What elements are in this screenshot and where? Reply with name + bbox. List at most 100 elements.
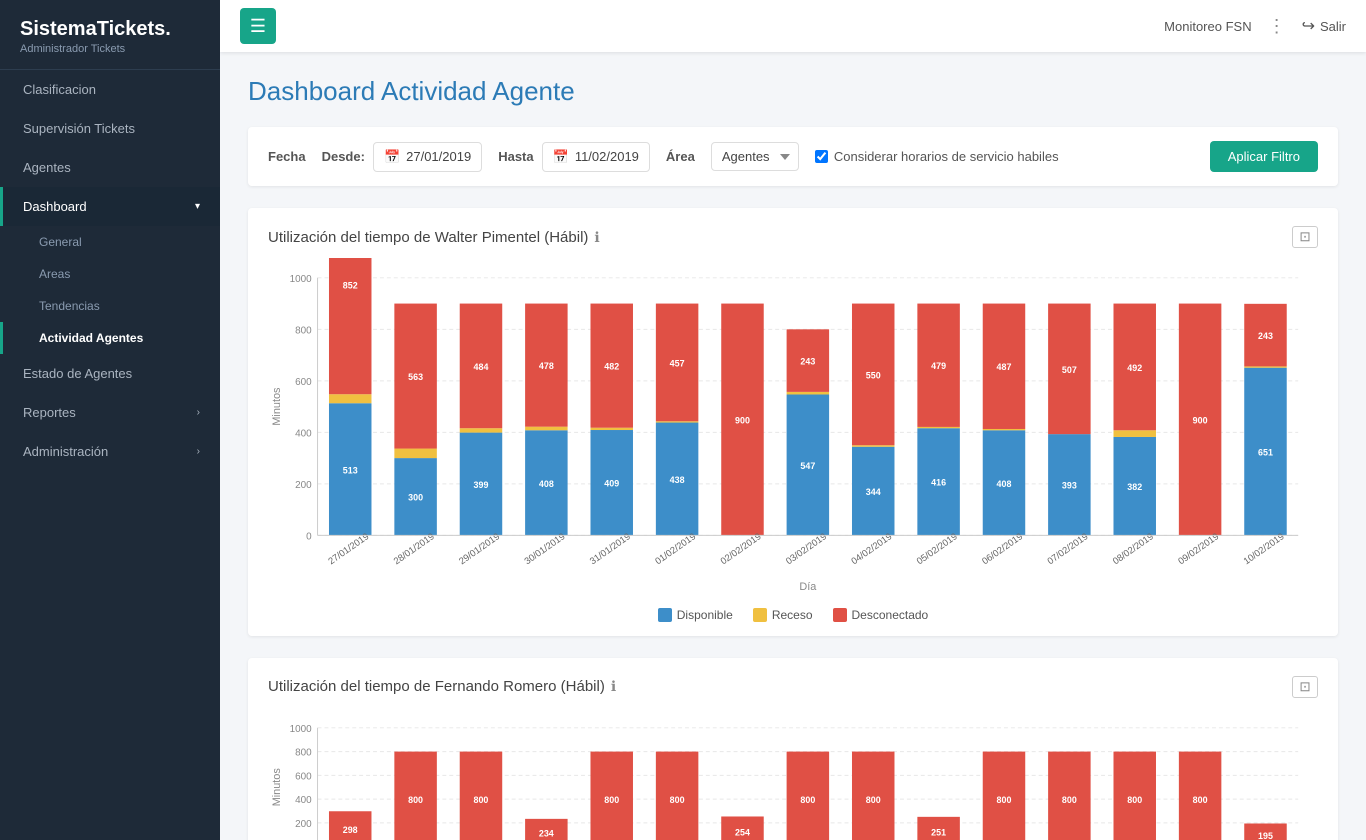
svg-text:409: 409: [604, 479, 619, 489]
sidebar-item-clasificacion[interactable]: Clasificacion: [0, 70, 220, 109]
checkbox-label: Considerar horarios de servicio habiles: [834, 149, 1059, 164]
logout-label: Salir: [1320, 19, 1346, 34]
main-area: ☰ Monitoreo FSN ⋮ ↪ Salir Dashboard Acti…: [220, 0, 1366, 840]
sidebar-subitem-areas[interactable]: Areas: [0, 258, 220, 290]
hasta-input[interactable]: 📅 11/02/2019: [542, 142, 650, 172]
chart1-title: Utilización del tiempo de Walter Pimente…: [268, 229, 600, 246]
legend-dot-desconectado: [833, 608, 847, 622]
nav-label: Administración: [23, 444, 108, 459]
desde-label: Desde:: [322, 149, 365, 164]
chevron-right-icon: ›: [197, 407, 200, 418]
svg-text:800: 800: [295, 747, 312, 758]
nav-label: Agentes: [23, 160, 71, 175]
svg-text:492: 492: [1127, 363, 1142, 373]
nav-label: Reportes: [23, 405, 76, 420]
svg-text:416: 416: [931, 478, 946, 488]
svg-text:600: 600: [295, 377, 312, 388]
svg-text:234: 234: [539, 829, 554, 839]
svg-text:800: 800: [604, 795, 619, 805]
service-hours-checkbox[interactable]: [815, 150, 828, 163]
info-icon: ℹ: [594, 229, 599, 246]
legend-desconectado: Desconectado: [833, 608, 929, 622]
svg-text:408: 408: [997, 479, 1012, 489]
svg-text:408: 408: [539, 479, 554, 489]
sidebar: SistemaTickets. Administrador Tickets Cl…: [0, 0, 220, 840]
svg-text:900: 900: [735, 415, 750, 425]
chart2-expand-button[interactable]: ⊡: [1292, 676, 1318, 698]
page-title: Dashboard Actividad Agente: [248, 76, 1338, 107]
legend-dot-receso: [753, 608, 767, 622]
svg-text:479: 479: [931, 361, 946, 371]
svg-text:243: 243: [1258, 331, 1273, 341]
brand-subtitle: Administrador Tickets: [20, 43, 200, 55]
sidebar-subitem-tendencias[interactable]: Tendencias: [0, 290, 220, 322]
svg-text:550: 550: [866, 370, 881, 380]
chart1-svg: 02004006008001000Minutos51385227/01/2019…: [268, 258, 1318, 595]
svg-text:800: 800: [1127, 795, 1142, 805]
svg-text:800: 800: [1193, 795, 1208, 805]
menu-toggle-button[interactable]: ☰: [240, 8, 276, 44]
svg-text:800: 800: [474, 795, 489, 805]
nav-label: Clasificacion: [23, 82, 96, 97]
chart2-header: Utilización del tiempo de Fernando Romer…: [268, 676, 1318, 698]
svg-text:900: 900: [1193, 415, 1208, 425]
calendar-icon: 📅: [384, 149, 400, 165]
chart1-card: Utilización del tiempo de Walter Pimente…: [248, 208, 1338, 636]
svg-text:1000: 1000: [290, 274, 313, 285]
svg-text:400: 400: [295, 795, 312, 806]
apply-filter-button[interactable]: Aplicar Filtro: [1210, 141, 1318, 172]
chart2-card: Utilización del tiempo de Fernando Romer…: [248, 658, 1338, 840]
svg-text:487: 487: [997, 362, 1012, 372]
logout-button[interactable]: ↪ Salir: [1302, 16, 1346, 36]
svg-text:478: 478: [539, 361, 554, 371]
svg-text:382: 382: [1127, 482, 1142, 492]
date-hasta-group: Hasta 📅 11/02/2019: [498, 142, 650, 172]
svg-text:298: 298: [343, 825, 358, 835]
sidebar-subitem-general[interactable]: General: [0, 226, 220, 258]
content-area: Dashboard Actividad Agente Fecha Desde: …: [220, 52, 1366, 840]
svg-text:482: 482: [604, 362, 619, 372]
svg-text:200: 200: [295, 480, 312, 491]
svg-text:243: 243: [800, 357, 815, 367]
svg-text:438: 438: [670, 475, 685, 485]
svg-text:457: 457: [670, 358, 685, 368]
more-options-icon[interactable]: ⋮: [1268, 16, 1286, 37]
svg-text:800: 800: [1062, 795, 1077, 805]
sidebar-item-reportes[interactable]: Reportes ›: [0, 393, 220, 432]
monitor-label: Monitoreo FSN: [1164, 19, 1251, 34]
brand-name: SistemaTickets.: [20, 18, 200, 41]
svg-text:800: 800: [670, 795, 685, 805]
chart1-header: Utilización del tiempo de Walter Pimente…: [268, 226, 1318, 248]
svg-text:563: 563: [408, 372, 423, 382]
svg-text:800: 800: [408, 795, 423, 805]
sidebar-logo: SistemaTickets. Administrador Tickets: [0, 0, 220, 70]
svg-text:1000: 1000: [290, 724, 313, 735]
sidebar-item-supervision[interactable]: Supervisión Tickets: [0, 109, 220, 148]
fecha-label: Fecha: [268, 149, 306, 164]
chevron-right-icon: ›: [197, 446, 200, 457]
desde-input[interactable]: 📅 27/01/2019: [373, 142, 482, 172]
sidebar-subitem-actividad[interactable]: Actividad Agentes: [0, 322, 220, 354]
chart1-expand-button[interactable]: ⊡: [1292, 226, 1318, 248]
svg-text:254: 254: [735, 827, 750, 837]
svg-text:251: 251: [931, 828, 946, 838]
topbar: ☰ Monitoreo FSN ⋮ ↪ Salir: [220, 0, 1366, 52]
filter-bar: Fecha Desde: 📅 27/01/2019 Hasta 📅 11/02/…: [248, 127, 1338, 186]
chart1-container: 02004006008001000Minutos51385227/01/2019…: [268, 258, 1318, 600]
sidebar-item-administracion[interactable]: Administración ›: [0, 432, 220, 471]
sidebar-item-agentes[interactable]: Agentes: [0, 148, 220, 187]
chevron-down-icon: ▾: [195, 201, 200, 212]
area-label: Área: [666, 149, 695, 164]
chart2-title-text: Utilización del tiempo de Fernando Romer…: [268, 678, 605, 695]
svg-text:393: 393: [1062, 481, 1077, 491]
sidebar-item-estado[interactable]: Estado de Agentes: [0, 354, 220, 393]
svg-text:800: 800: [866, 795, 881, 805]
sidebar-item-dashboard[interactable]: Dashboard ▾: [0, 187, 220, 226]
svg-text:800: 800: [997, 795, 1012, 805]
chart2-container: 02004006008001000Minutos29827/01/2019800…: [268, 708, 1318, 840]
sidebar-nav: Clasificacion Supervisión Tickets Agente…: [0, 70, 220, 840]
area-select[interactable]: Agentes Todas: [711, 142, 799, 171]
info-icon-2: ℹ: [611, 678, 616, 695]
svg-text:852: 852: [343, 280, 358, 290]
svg-text:507: 507: [1062, 365, 1077, 375]
